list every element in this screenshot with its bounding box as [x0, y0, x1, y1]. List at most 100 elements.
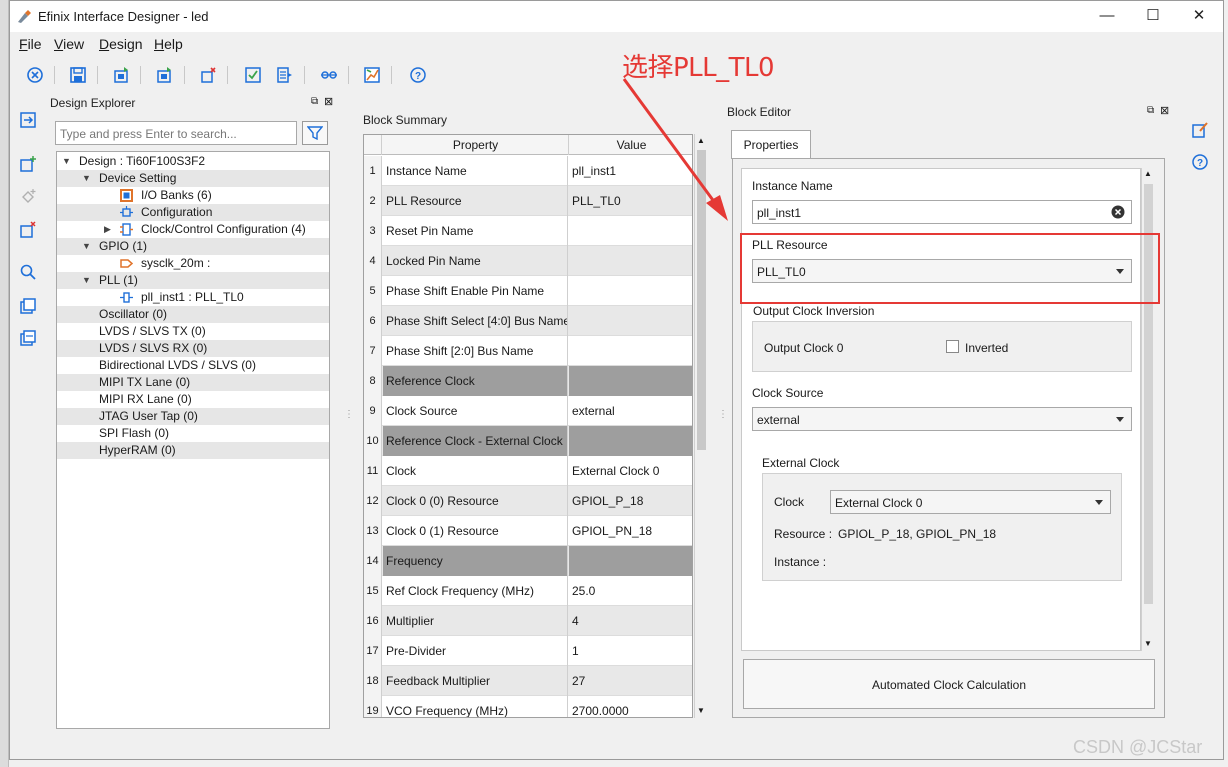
close-design-icon[interactable]: [24, 64, 46, 86]
menu-help[interactable]: Help: [154, 36, 183, 52]
tree-item-spi-flash[interactable]: SPI Flash (0): [57, 425, 329, 442]
panel-close-icon[interactable]: ⊠: [1160, 104, 1169, 117]
tree-item-device-setting[interactable]: ▼ Device Setting: [57, 170, 329, 187]
table-row[interactable]: 4 Locked Pin Name: [364, 246, 692, 276]
property-cell[interactable]: Frequency: [383, 546, 568, 576]
property-cell[interactable]: Phase Shift Enable Pin Name: [383, 276, 568, 306]
value-cell[interactable]: 1: [569, 636, 692, 666]
edit-icon[interactable]: [1185, 117, 1215, 143]
close-window-button[interactable]: ✕: [1176, 1, 1222, 32]
search-icon[interactable]: [13, 259, 43, 285]
scroll-down-icon[interactable]: ▼: [1144, 639, 1152, 648]
expand-arrow-icon[interactable]: ▼: [82, 170, 91, 187]
expand-arrow-icon[interactable]: ▼: [62, 153, 71, 170]
property-cell[interactable]: Multiplier: [383, 606, 568, 636]
table-row[interactable]: 16 Multiplier 4: [364, 606, 692, 636]
panel-close-icon[interactable]: ⊠: [324, 95, 333, 108]
generate-icon[interactable]: [274, 64, 296, 86]
menu-file[interactable]: File: [19, 36, 42, 52]
expand-arrow-icon[interactable]: ▼: [82, 272, 91, 289]
value-cell[interactable]: [569, 276, 692, 306]
tree-item-bidirectional-lvds[interactable]: Bidirectional LVDS / SLVS (0): [57, 357, 329, 374]
value-cell[interactable]: [569, 366, 692, 396]
tree-item-clock-control[interactable]: ▶ Clock/Control Configuration (4): [57, 221, 329, 238]
value-cell[interactable]: GPIOL_PN_18: [569, 516, 692, 546]
table-row[interactable]: 15 Ref Clock Frequency (MHz) 25.0: [364, 576, 692, 606]
tree-item-lvds-tx[interactable]: LVDS / SLVS TX (0): [57, 323, 329, 340]
import-icon[interactable]: [110, 64, 132, 86]
table-row[interactable]: 12 Clock 0 (0) Resource GPIOL_P_18: [364, 486, 692, 516]
panel-float-icon[interactable]: ⧉: [311, 96, 318, 107]
tree-item-sysclk[interactable]: sysclk_20m :: [57, 255, 329, 272]
connect-icon[interactable]: [318, 64, 340, 86]
save-icon[interactable]: [67, 64, 89, 86]
scroll-up-icon[interactable]: ▲: [1144, 169, 1152, 178]
expand-all-icon[interactable]: [13, 293, 43, 319]
value-cell[interactable]: GPIOL_P_18: [569, 486, 692, 516]
table-row[interactable]: 18 Feedback Multiplier 27: [364, 666, 692, 696]
maximize-button[interactable]: ☐: [1130, 1, 1176, 32]
tree-item-jtag[interactable]: JTAG User Tap (0): [57, 408, 329, 425]
create-disabled-icon[interactable]: [13, 184, 43, 210]
collapse-all-icon[interactable]: [13, 325, 43, 351]
export-icon[interactable]: [153, 64, 175, 86]
value-cell[interactable]: 4: [569, 606, 692, 636]
value-cell[interactable]: [569, 426, 692, 456]
table-row[interactable]: 10 Reference Clock - External Clock: [364, 426, 692, 456]
property-cell[interactable]: Clock 0 (0) Resource: [383, 486, 568, 516]
column-header-property[interactable]: Property: [383, 138, 568, 152]
value-cell[interactable]: [569, 306, 692, 336]
property-cell[interactable]: Feedback Multiplier: [383, 666, 568, 696]
tree-item-mipi-rx[interactable]: MIPI RX Lane (0): [57, 391, 329, 408]
tree-item-oscillator[interactable]: Oscillator (0): [57, 306, 329, 323]
table-row[interactable]: 8 Reference Clock: [364, 366, 692, 396]
panel-float-icon[interactable]: ⧉: [1147, 105, 1154, 116]
property-cell[interactable]: Pre-Divider: [383, 636, 568, 666]
table-row[interactable]: 14 Frequency: [364, 546, 692, 576]
value-cell[interactable]: [569, 336, 692, 366]
delete-block-icon[interactable]: [197, 64, 219, 86]
table-row[interactable]: 13 Clock 0 (1) Resource GPIOL_PN_18: [364, 516, 692, 546]
table-row[interactable]: 11 Clock External Clock 0: [364, 456, 692, 486]
scroll-down-icon[interactable]: ▼: [697, 706, 705, 715]
create-block-icon[interactable]: [13, 151, 43, 177]
property-cell[interactable]: Locked Pin Name: [383, 246, 568, 276]
tree-item-io-banks[interactable]: I/O Banks (6): [57, 187, 329, 204]
property-cell[interactable]: Reference Clock: [383, 366, 568, 396]
value-cell[interactable]: external: [569, 396, 692, 426]
property-cell[interactable]: VCO Frequency (MHz): [383, 696, 568, 717]
property-cell[interactable]: Clock Source: [383, 396, 568, 426]
help-icon[interactable]: ?: [1185, 149, 1215, 175]
expand-arrow-icon[interactable]: ▼: [82, 238, 91, 255]
automated-clock-calculation-button[interactable]: Automated Clock Calculation: [743, 659, 1155, 709]
chart-icon[interactable]: [361, 64, 383, 86]
value-cell[interactable]: 25.0: [569, 576, 692, 606]
menu-design[interactable]: Design: [99, 36, 143, 52]
menu-view[interactable]: View: [54, 36, 84, 52]
property-cell[interactable]: Clock: [383, 456, 568, 486]
value-cell[interactable]: 27: [569, 666, 692, 696]
table-row[interactable]: 9 Clock Source external: [364, 396, 692, 426]
tree-item-pll-inst1[interactable]: pll_inst1 : PLL_TL0: [57, 289, 329, 306]
search-input[interactable]: Type and press Enter to search...: [55, 121, 297, 145]
tree-item-lvds-rx[interactable]: LVDS / SLVS RX (0): [57, 340, 329, 357]
add-block-icon[interactable]: [13, 107, 43, 133]
clock-dropdown[interactable]: External Clock 0: [830, 490, 1111, 514]
tree-item-hyperram[interactable]: HyperRAM (0): [57, 442, 329, 459]
value-cell[interactable]: External Clock 0: [569, 456, 692, 486]
splitter-handle[interactable]: ⋮: [344, 409, 354, 420]
property-cell[interactable]: Ref Clock Frequency (MHz): [383, 576, 568, 606]
instance-name-field[interactable]: pll_inst1: [752, 200, 1132, 224]
remove-block-icon[interactable]: [13, 217, 43, 243]
clock-source-dropdown[interactable]: external: [752, 407, 1132, 431]
property-cell[interactable]: Phase Shift Select [4:0] Bus Name: [383, 306, 568, 336]
inverted-checkbox[interactable]: [946, 340, 959, 353]
value-cell[interactable]: [569, 246, 692, 276]
help-icon[interactable]: ?: [407, 64, 429, 86]
property-cell[interactable]: Phase Shift [2:0] Bus Name: [383, 336, 568, 366]
clear-icon[interactable]: [1111, 205, 1125, 219]
tree-item-gpio[interactable]: ▼ GPIO (1): [57, 238, 329, 255]
splitter-handle[interactable]: ⋮: [718, 409, 728, 420]
minimize-button[interactable]: —: [1084, 1, 1130, 32]
tree-item-design[interactable]: ▼ Design : Ti60F100S3F2: [57, 153, 329, 170]
